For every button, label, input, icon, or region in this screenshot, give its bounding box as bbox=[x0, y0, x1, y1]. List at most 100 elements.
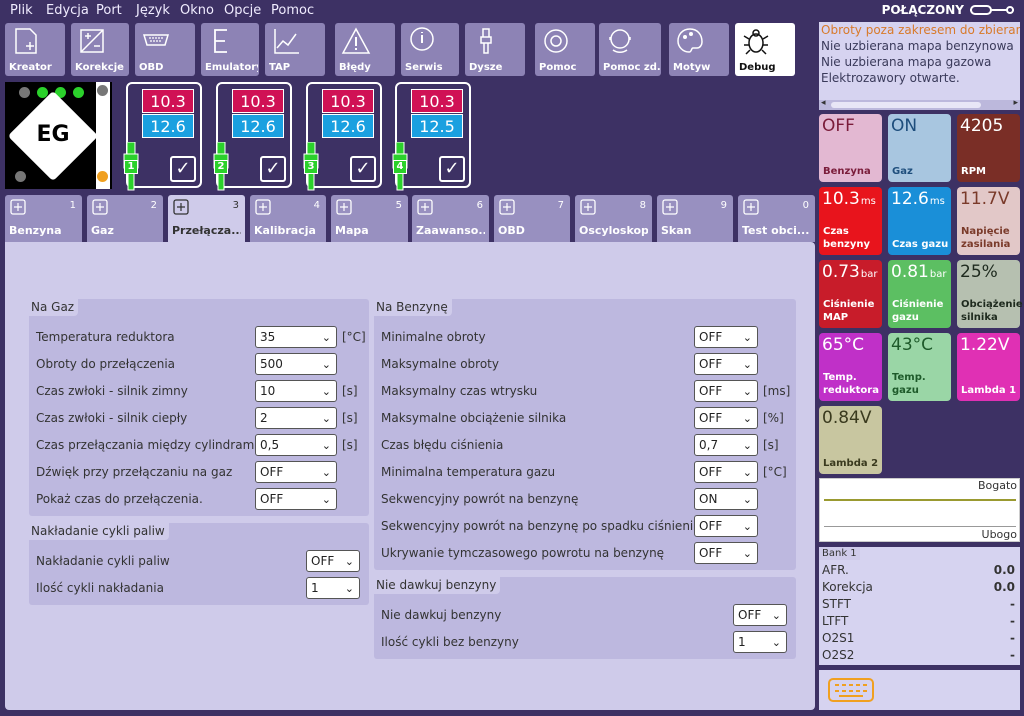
toolbar-dysze-button[interactable]: Dysze bbox=[465, 23, 525, 76]
chevron-down-icon: ⌄ bbox=[742, 547, 752, 560]
setting-value: 35 bbox=[260, 330, 276, 344]
injector-1: 10.3 12.6 ✓ 1 bbox=[123, 82, 202, 191]
scrollbar-thumb[interactable] bbox=[831, 102, 981, 108]
injector-number: 2 bbox=[214, 160, 228, 174]
setting-dropdown[interactable]: 2 ⌄ bbox=[255, 407, 337, 429]
tab-icon bbox=[91, 198, 109, 216]
setting-dropdown[interactable]: OFF ⌄ bbox=[694, 380, 758, 402]
setting-dropdown[interactable]: OFF ⌄ bbox=[694, 407, 758, 429]
setting-dropdown[interactable]: 35 ⌄ bbox=[255, 326, 337, 348]
setting-label: Temperatura reduktora bbox=[36, 330, 175, 344]
tab-9[interactable]: 9 Skan bbox=[657, 195, 733, 242]
scroll-right-icon[interactable]: ▸ bbox=[1013, 98, 1018, 108]
menu-edycja[interactable]: Edycja bbox=[46, 3, 89, 18]
tab-10[interactable]: 0 Test obci... bbox=[738, 195, 815, 242]
tab-7[interactable]: 7 OBD bbox=[494, 195, 570, 242]
setting-value: OFF bbox=[699, 411, 723, 425]
setting-dropdown[interactable]: 0,7 ⌄ bbox=[694, 434, 758, 456]
gauge-label: Obciążenie silnika bbox=[961, 299, 1023, 323]
gauge-tile: 25% Obciążenie silnika bbox=[957, 260, 1023, 328]
setting-unit: [s] bbox=[342, 384, 358, 398]
tab-8[interactable]: 8 Oscyloskop bbox=[575, 195, 652, 242]
setting-dropdown[interactable]: 1 ⌄ bbox=[733, 631, 787, 653]
toolbar-emulatory-button[interactable]: Emulatory bbox=[201, 23, 259, 76]
menu-port[interactable]: Port bbox=[96, 3, 122, 18]
gauge-label: RPM bbox=[961, 166, 986, 177]
menu-pomoc[interactable]: Pomoc bbox=[271, 3, 314, 18]
setting-value: 500 bbox=[260, 357, 283, 371]
setting-dropdown[interactable]: OFF ⌄ bbox=[255, 488, 337, 510]
injector-check-icon[interactable]: ✓ bbox=[350, 156, 376, 182]
service-icon bbox=[410, 27, 434, 51]
menu-plik[interactable]: Plik bbox=[10, 3, 33, 18]
keyboard-button[interactable] bbox=[819, 670, 1020, 710]
setting-label: Ukrywanie tymczasowego powrotu na benzyn… bbox=[381, 546, 665, 560]
tab-5[interactable]: 5 Mapa bbox=[331, 195, 408, 242]
toolbar-pomoc-zdalna-button[interactable]: Pomoc zd... bbox=[599, 23, 661, 76]
wizard-icon bbox=[15, 28, 37, 54]
toolbar-kreator-button[interactable]: Kreator bbox=[5, 23, 65, 76]
setting-dropdown[interactable]: 1 ⌄ bbox=[306, 577, 360, 599]
tab-icon bbox=[498, 198, 516, 216]
setting-dropdown[interactable]: OFF ⌄ bbox=[694, 326, 758, 348]
setting-dropdown[interactable]: OFF ⌄ bbox=[255, 461, 337, 483]
chevron-down-icon: ⌄ bbox=[344, 555, 354, 568]
bug-icon bbox=[743, 29, 769, 55]
menu-okno[interactable]: Okno bbox=[180, 3, 214, 18]
injector-check-icon[interactable]: ✓ bbox=[260, 156, 286, 182]
injector-check-icon[interactable]: ✓ bbox=[439, 156, 465, 182]
toolbar-motyw-label: Motyw bbox=[673, 62, 711, 73]
message-log-scrollbar[interactable]: ◂ ▸ bbox=[819, 98, 1020, 110]
menu-jezyk[interactable]: Język bbox=[136, 3, 170, 18]
toolbar-debug-button[interactable]: Debug bbox=[735, 23, 795, 76]
setting-dropdown[interactable]: 0,5 ⌄ bbox=[255, 434, 337, 456]
tab-icon bbox=[335, 198, 353, 216]
setting-value: OFF bbox=[699, 330, 723, 344]
toolbar-tap-button[interactable]: TAP bbox=[265, 23, 325, 76]
setting-dropdown[interactable]: OFF ⌄ bbox=[733, 604, 787, 626]
setting-value: OFF bbox=[699, 384, 723, 398]
tab-1[interactable]: 1 Benzyna bbox=[5, 195, 82, 242]
setting-dropdown[interactable]: OFF ⌄ bbox=[694, 515, 758, 537]
toolbar-obd-button[interactable]: OBD bbox=[135, 23, 195, 76]
toolbar-bledy-button[interactable]: Błędy bbox=[335, 23, 395, 76]
bank-row: O2S1 - bbox=[822, 631, 1017, 645]
injector-check-icon[interactable]: ✓ bbox=[170, 156, 196, 182]
setting-dropdown[interactable]: ON ⌄ bbox=[694, 488, 758, 510]
setting-dropdown[interactable]: OFF ⌄ bbox=[694, 461, 758, 483]
bank-row-label: O2S2 bbox=[822, 648, 855, 662]
setting-dropdown[interactable]: OFF ⌄ bbox=[306, 550, 360, 572]
menu-opcje[interactable]: Opcje bbox=[224, 3, 261, 18]
gauge-value: 10.3 bbox=[822, 189, 860, 209]
gauge-tile: 10.3ms Czas benzyny bbox=[819, 187, 882, 255]
setting-dropdown[interactable]: 500 ⌄ bbox=[255, 353, 337, 375]
toolbar-motyw-button[interactable]: Motyw bbox=[669, 23, 729, 76]
toolbar-pomoc-button[interactable]: Pomoc bbox=[535, 23, 595, 76]
bank-row-value: - bbox=[1010, 597, 1015, 611]
tab-icon bbox=[254, 198, 272, 216]
setting-dropdown[interactable]: OFF ⌄ bbox=[694, 542, 758, 564]
gauge-value-row: 25% bbox=[960, 262, 998, 282]
tab-4[interactable]: 4 Kalibracja bbox=[250, 195, 326, 242]
setting-value: 10 bbox=[260, 384, 276, 398]
setting-unit: [s] bbox=[763, 438, 779, 452]
tab-6[interactable]: 6 Zaawanso... bbox=[412, 195, 489, 242]
tab-2[interactable]: 2 Gaz bbox=[87, 195, 163, 242]
gauge-value-row: OFF bbox=[822, 116, 855, 136]
graph-lambda-line bbox=[824, 499, 1016, 501]
setting-label: Sekwencyjny powrót na benzynę bbox=[381, 492, 579, 506]
settings-panel: Na Gaz Temperatura reduktora 35 ⌄ [°C] Obrot… bbox=[5, 242, 815, 710]
setting-dropdown[interactable]: OFF ⌄ bbox=[694, 353, 758, 375]
bank-row: Korekcja 0.0 bbox=[822, 580, 1017, 594]
toolbar-korekcje-button[interactable]: Korekcje bbox=[71, 23, 129, 76]
toolbar-serwis-button[interactable]: Serwis bbox=[401, 23, 459, 76]
tab-3[interactable]: 3 Przełącza... bbox=[168, 195, 245, 242]
chevron-down-icon: ⌄ bbox=[771, 609, 781, 622]
setting-dropdown[interactable]: 10 ⌄ bbox=[255, 380, 337, 402]
bank-row-value: - bbox=[1010, 631, 1015, 645]
scroll-left-icon[interactable]: ◂ bbox=[821, 98, 826, 108]
tab-number: 5 bbox=[395, 200, 402, 211]
chevron-down-icon: ⌄ bbox=[771, 636, 781, 649]
setting-value: OFF bbox=[260, 465, 284, 479]
gauge-tile: 0.84V Lambda 2 bbox=[819, 406, 882, 474]
